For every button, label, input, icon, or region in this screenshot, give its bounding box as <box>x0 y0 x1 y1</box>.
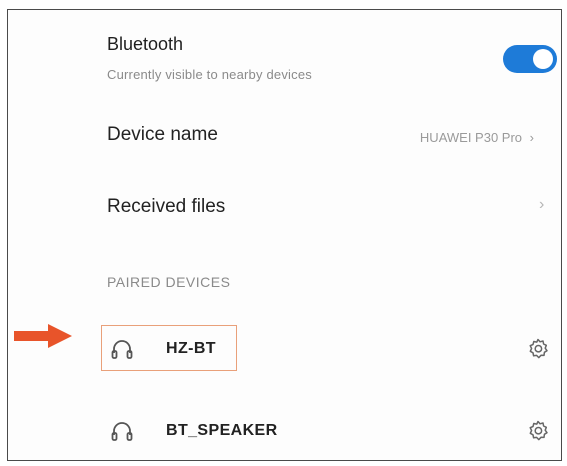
paired-devices-header: PAIRED DEVICES <box>107 274 231 290</box>
device-name-bt-speaker: BT_SPEAKER <box>166 422 278 439</box>
received-files-label: Received files <box>107 196 226 217</box>
bluetooth-subtitle: Currently visible to nearby devices <box>107 67 312 82</box>
headphones-icon <box>111 340 133 359</box>
arrow-right-icon <box>14 324 72 348</box>
toggle-knob <box>533 49 553 69</box>
bluetooth-title: Bluetooth <box>107 34 184 54</box>
headphones-icon <box>111 422 133 441</box>
gear-icon[interactable] <box>526 419 550 443</box>
device-name-text: HUAWEI P30 Pro <box>419 130 523 145</box>
bluetooth-toggle[interactable] <box>503 45 557 73</box>
chevron-right-icon: › <box>529 130 534 145</box>
device-name-label: Device name <box>107 124 218 145</box>
device-name-hz-bt: HZ-BT <box>166 340 216 357</box>
gear-icon[interactable] <box>526 337 550 361</box>
device-name-value: HUAWEI P30 Pro › <box>420 130 534 145</box>
chevron-right-icon: › <box>539 196 545 213</box>
settings-panel: Bluetooth Currently visible to nearby de… <box>7 9 562 461</box>
